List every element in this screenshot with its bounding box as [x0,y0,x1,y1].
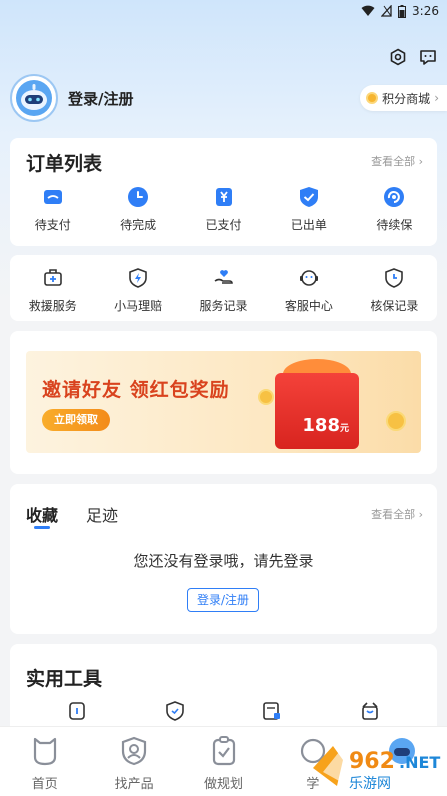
empty-state-text: 您还没有登录哦，请先登录 [133,552,314,570]
points-mall-button[interactable]: 积分商城 › [360,85,447,111]
order-item-pending-payment[interactable]: 待支付 [10,186,95,233]
tab-label: 做规划 [204,777,244,792]
tool-document-icon [263,702,281,720]
status-time: 3:26 [412,4,439,18]
clipboard-check-icon [212,736,235,766]
banner-amount-unit: 元 [339,424,349,434]
tools-row [10,700,437,722]
rescue-kit-icon [43,269,62,286]
coin-icon [366,92,379,104]
tool-item[interactable] [126,700,224,722]
service-claims[interactable]: 小马理赔 [95,267,180,314]
tab-favorites[interactable]: 收藏 [26,502,58,526]
services-row: 救援服务 小马理赔 服务记录 客服中心 核保记录 [10,267,437,314]
banner-claim-button[interactable]: 立即领取 [42,409,110,431]
order-item-label: 待支付 [34,218,71,232]
svg-text:乐游网: 乐游网 [349,776,391,792]
bolt-shield-icon [129,268,147,288]
wifi-icon [361,5,375,17]
shield-check-icon [299,187,318,207]
service-face-icon [299,270,318,286]
svg-text:962: 962 [349,749,395,774]
tool-shield-icon [165,701,184,721]
favorites-card: 收藏 足迹 查看全部 › 您还没有登录哦，请先登录 登录/注册 [10,484,437,634]
order-item-label: 待续保 [376,218,413,232]
service-label: 小马理赔 [114,299,163,313]
order-item-label: 已支付 [205,218,242,232]
order-status-row: 待支付 待完成 已支付 已出单 待续保 [10,186,437,233]
coin-decoration-icon [386,411,406,431]
invite-banner[interactable]: 邀请好友 领红包奖励 立即领取 188元 [26,351,421,453]
order-item-renewal[interactable]: 待续保 [352,186,437,233]
tool-item[interactable] [28,700,126,722]
login-register-link[interactable]: 登录/注册 [68,88,133,109]
avatar[interactable] [10,74,58,122]
banner-amount: 188元 [302,415,349,436]
site-watermark-logo: 962 .NET 乐游网 [303,738,441,794]
order-item-paid[interactable]: 已支付 [181,186,266,233]
chevron-right-icon: › [434,91,439,105]
tab-home[interactable]: 首页 [0,727,89,796]
order-item-to-complete[interactable]: 待完成 [95,186,180,233]
renew-icon [384,187,405,207]
battery-icon [398,4,407,18]
service-label: 救援服务 [28,299,77,313]
order-item-label: 已出单 [290,218,327,232]
tab-active-indicator [34,526,50,529]
yen-doc-icon [215,188,232,206]
svg-text:.NET: .NET [399,753,440,772]
services-card: 救援服务 小马理赔 服务记录 客服中心 核保记录 [10,255,437,321]
favorites-login-button[interactable]: 登录/注册 [187,588,259,612]
tool-item[interactable] [321,700,419,722]
coin-decoration-icon [258,389,274,405]
tool-gift-icon [362,702,378,720]
orders-card: 订单列表 查看全部 › 待支付 待完成 已支付 已出单 待续保 [10,138,437,246]
service-records[interactable]: 服务记录 [181,267,266,314]
tab-label: 找产品 [114,777,154,792]
orders-see-all-label: 查看全部 [371,155,416,168]
orders-see-all-link[interactable]: 查看全部 › [371,153,423,169]
signal-icon [381,5,392,17]
service-label: 服务记录 [199,299,248,313]
tab-find-products[interactable]: 找产品 [89,727,178,796]
home-bear-icon [33,737,56,766]
tab-history[interactable]: 足迹 [86,502,118,526]
hand-heart-icon [214,270,233,284]
tools-card: 实用工具 [10,644,437,734]
user-shield-icon [122,736,147,766]
message-icon[interactable] [419,48,437,66]
orders-title: 订单列表 [26,153,103,175]
order-item-label: 待完成 [120,218,157,232]
service-underwriting-records[interactable]: 核保记录 [352,267,437,314]
clock-shield-icon [385,268,404,288]
status-bar: 3:26 [0,0,447,22]
points-mall-label: 积分商城 [382,91,431,106]
favorites-see-all-link[interactable]: 查看全部 › [371,506,423,522]
banner-card: 邀请好友 领红包奖励 立即领取 188元 [10,331,437,474]
tools-title: 实用工具 [26,668,103,690]
service-customer-center[interactable]: 客服中心 [266,267,351,314]
service-label: 核保记录 [370,299,419,313]
red-envelope-icon [275,373,359,449]
settings-icon[interactable] [389,48,407,66]
header-actions [389,48,437,66]
robot-avatar-icon [16,80,52,116]
tab-planning[interactable]: 做规划 [179,727,268,796]
order-item-issued[interactable]: 已出单 [266,186,351,233]
wallet-icon [43,190,62,204]
tab-label: 首页 [31,777,58,792]
banner-headline: 邀请好友 领红包奖励 [42,379,230,401]
tool-card-icon [69,702,85,720]
tool-item[interactable] [224,700,322,722]
favorites-see-all-label: 查看全部 [371,508,416,521]
banner-amount-value: 188 [302,415,340,436]
profile-section[interactable]: 登录/注册 [10,74,133,122]
service-label: 客服中心 [284,299,333,313]
service-rescue[interactable]: 救援服务 [10,267,95,314]
clock-icon [128,187,149,207]
